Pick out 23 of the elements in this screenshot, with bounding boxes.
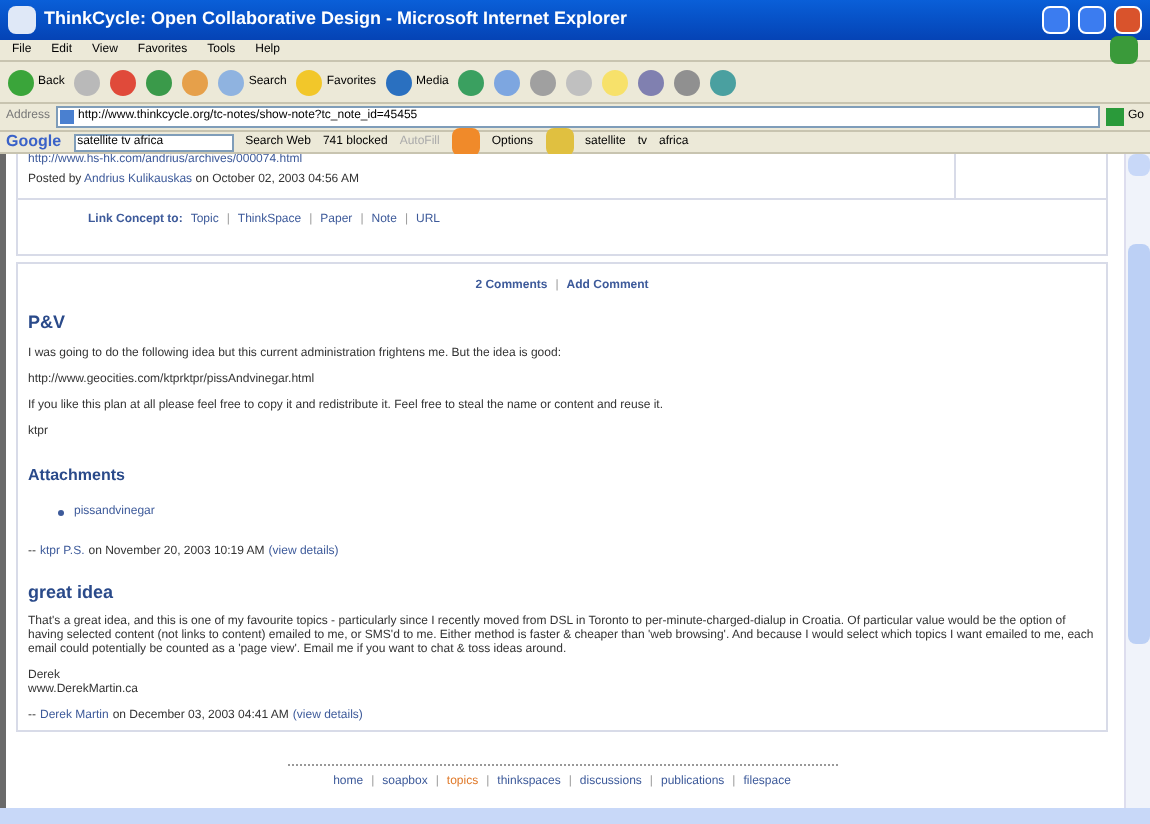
attachments-heading: Attachments (28, 463, 127, 487)
home-button[interactable] (182, 69, 209, 95)
messenger-button[interactable] (710, 69, 737, 95)
browser-icon (8, 6, 36, 34)
bullet-icon (58, 509, 64, 515)
google-logo: Google (6, 130, 62, 154)
close-icon[interactable] (1114, 6, 1142, 34)
refresh-button[interactable] (146, 69, 173, 95)
history-button[interactable] (458, 69, 485, 95)
forward-button[interactable] (74, 69, 101, 95)
stop-button[interactable] (110, 69, 137, 95)
comment-title: great idea (28, 579, 116, 606)
print-button[interactable] (530, 69, 557, 95)
horizontal-scrollbar[interactable] (0, 808, 1150, 824)
discuss-button[interactable] (674, 69, 701, 95)
vertical-scrollbar[interactable] (1124, 154, 1150, 808)
comment-title: P&V (28, 310, 68, 336)
edit-button[interactable] (566, 69, 593, 95)
mail-button[interactable] (494, 69, 521, 95)
research-button[interactable] (638, 69, 665, 95)
maximize-icon[interactable] (1078, 6, 1106, 34)
window-title: ThinkCycle: Open Collaborative Design - Microsoft Internet Explorer (44, 6, 630, 33)
minimize-icon[interactable] (1042, 6, 1070, 34)
